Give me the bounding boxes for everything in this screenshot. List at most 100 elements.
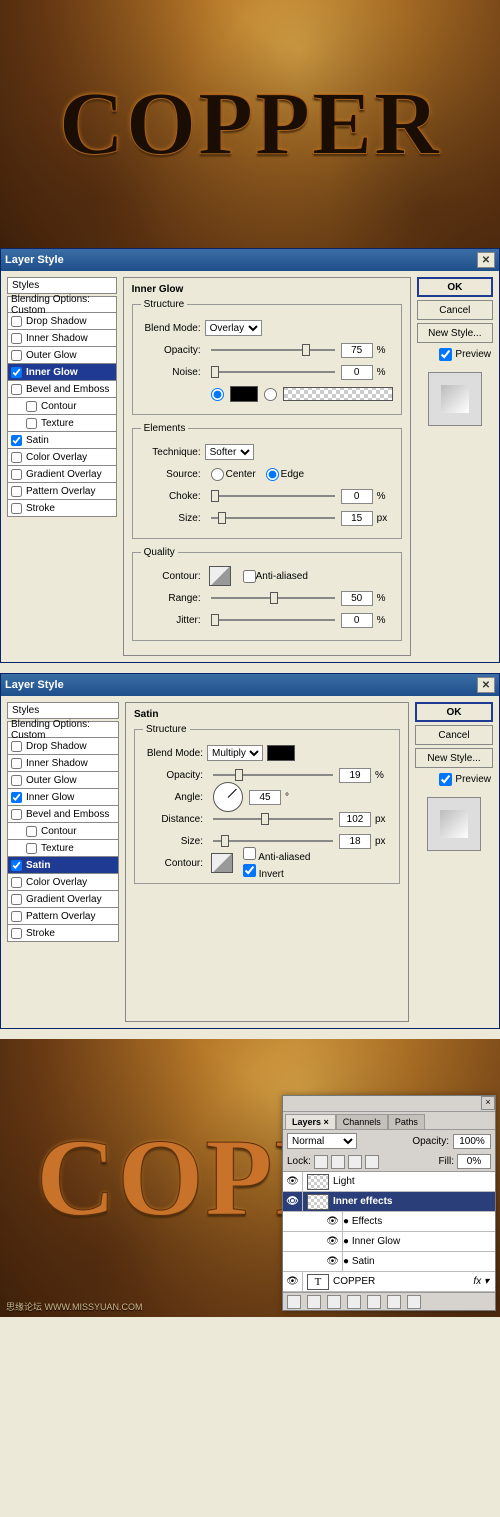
tab-layers[interactable]: Layers × [285,1114,336,1129]
distance-input[interactable] [339,812,371,827]
contour-swatch[interactable] [209,566,231,586]
glow-gradient-swatch[interactable] [283,387,393,401]
style-checkbox[interactable] [11,333,22,344]
visibility-icon[interactable]: 👁 [283,1172,303,1192]
range-slider[interactable] [211,591,335,605]
lock-transparency-icon[interactable] [314,1155,328,1169]
style-checkbox[interactable] [11,894,22,905]
source-center-radio[interactable] [211,468,224,481]
visibility-icon[interactable]: 👁 [323,1212,343,1232]
noise-input[interactable] [341,365,373,380]
invert-checkbox[interactable]: Invert [243,864,311,880]
style-checkbox[interactable] [11,316,22,327]
angle-dial[interactable] [213,782,243,812]
fx-indicator[interactable]: fx ▾ [473,1276,489,1287]
size-input[interactable] [341,511,373,526]
size-slider[interactable] [213,834,333,848]
new-style-button[interactable]: New Style... [417,323,493,343]
layer-thumbnail[interactable]: T [307,1274,329,1290]
close-icon[interactable]: ✕ [477,252,495,268]
contour-swatch[interactable] [211,853,233,873]
lock-position-icon[interactable] [348,1155,362,1169]
layer-row[interactable]: 👁TCOPPERfx ▾ [283,1272,495,1292]
layer-thumbnail[interactable] [307,1174,329,1190]
color-radio[interactable] [211,388,224,401]
fx-icon[interactable] [307,1295,321,1309]
style-checkbox[interactable] [11,911,22,922]
effect-row[interactable]: 👁● Effects [283,1212,495,1232]
style-checkbox[interactable] [11,775,22,786]
style-checkbox[interactable] [11,384,22,395]
style-checkbox[interactable] [11,758,22,769]
style-item-drop-shadow[interactable]: Drop Shadow [7,738,119,755]
style-checkbox[interactable] [11,928,22,939]
layer-fill-input[interactable] [457,1154,491,1169]
layer-row[interactable]: 👁Light [283,1172,495,1192]
new-style-button[interactable]: New Style... [415,748,493,768]
layer-opacity-input[interactable] [453,1134,491,1149]
style-checkbox[interactable] [11,350,22,361]
style-item-texture[interactable]: Texture [7,415,117,432]
style-checkbox[interactable] [11,435,22,446]
panel-close-icon[interactable]: × [481,1096,495,1110]
satin-color-swatch[interactable] [267,745,295,761]
style-checkbox[interactable] [11,367,22,378]
jitter-input[interactable] [341,613,373,628]
styles-header[interactable]: Styles [7,702,119,719]
new-layer-icon[interactable] [387,1295,401,1309]
style-item-pattern-overlay[interactable]: Pattern Overlay [7,483,117,500]
style-item-inner-glow[interactable]: Inner Glow [7,789,119,806]
source-edge-radio[interactable] [266,468,279,481]
style-item-gradient-overlay[interactable]: Gradient Overlay [7,891,119,908]
style-checkbox[interactable] [11,809,22,820]
opacity-slider[interactable] [213,768,333,782]
preview-checkbox[interactable]: Preview [415,771,493,790]
style-checkbox[interactable] [11,792,22,803]
style-item-stroke[interactable]: Stroke [7,925,119,942]
style-checkbox[interactable] [26,401,37,412]
style-checkbox[interactable] [11,452,22,463]
style-item-outer-glow[interactable]: Outer Glow [7,772,119,789]
link-icon[interactable] [287,1295,301,1309]
preview-checkbox[interactable]: Preview [417,346,493,365]
blend-mode-select[interactable]: Normal [287,1133,357,1149]
gradient-radio[interactable] [264,388,277,401]
blend-mode-select[interactable]: Multiply [207,745,263,761]
style-item-stroke[interactable]: Stroke [7,500,117,517]
style-item-gradient-overlay[interactable]: Gradient Overlay [7,466,117,483]
style-checkbox[interactable] [26,843,37,854]
choke-input[interactable] [341,489,373,504]
style-item-bevel-and-emboss[interactable]: Bevel and Emboss [7,806,119,823]
visibility-icon[interactable]: 👁 [323,1252,343,1272]
style-checkbox[interactable] [26,418,37,429]
titlebar[interactable]: Layer Style ✕ [1,249,499,271]
style-item-satin[interactable]: Satin [7,432,117,449]
size-slider[interactable] [211,511,335,525]
style-checkbox[interactable] [11,469,22,480]
technique-select[interactable]: Softer [205,444,254,460]
style-item-bevel-and-emboss[interactable]: Bevel and Emboss [7,381,117,398]
opacity-input[interactable] [341,343,373,358]
cancel-button[interactable]: Cancel [415,725,493,745]
visibility-icon[interactable]: 👁 [283,1272,303,1292]
visibility-icon[interactable]: 👁 [323,1232,343,1252]
style-checkbox[interactable] [11,877,22,888]
tab-channels[interactable]: Channels [336,1114,388,1129]
adjustment-icon[interactable] [347,1295,361,1309]
style-item-texture[interactable]: Texture [7,840,119,857]
anti-aliased-checkbox[interactable] [243,570,256,583]
noise-slider[interactable] [211,365,335,379]
style-item-drop-shadow[interactable]: Drop Shadow [7,313,117,330]
style-item-inner-shadow[interactable]: Inner Shadow [7,755,119,772]
opacity-slider[interactable] [211,343,335,357]
blend-mode-select[interactable]: Overlay [205,320,262,336]
trash-icon[interactable] [407,1295,421,1309]
style-item-inner-glow[interactable]: Inner Glow [7,364,117,381]
styles-header[interactable]: Styles [7,277,117,294]
style-checkbox[interactable] [11,860,22,871]
ok-button[interactable]: OK [415,702,493,722]
blending-options[interactable]: Blending Options: Custom [7,296,117,313]
titlebar[interactable]: Layer Style ✕ [1,674,499,696]
lock-paint-icon[interactable] [331,1155,345,1169]
ok-button[interactable]: OK [417,277,493,297]
